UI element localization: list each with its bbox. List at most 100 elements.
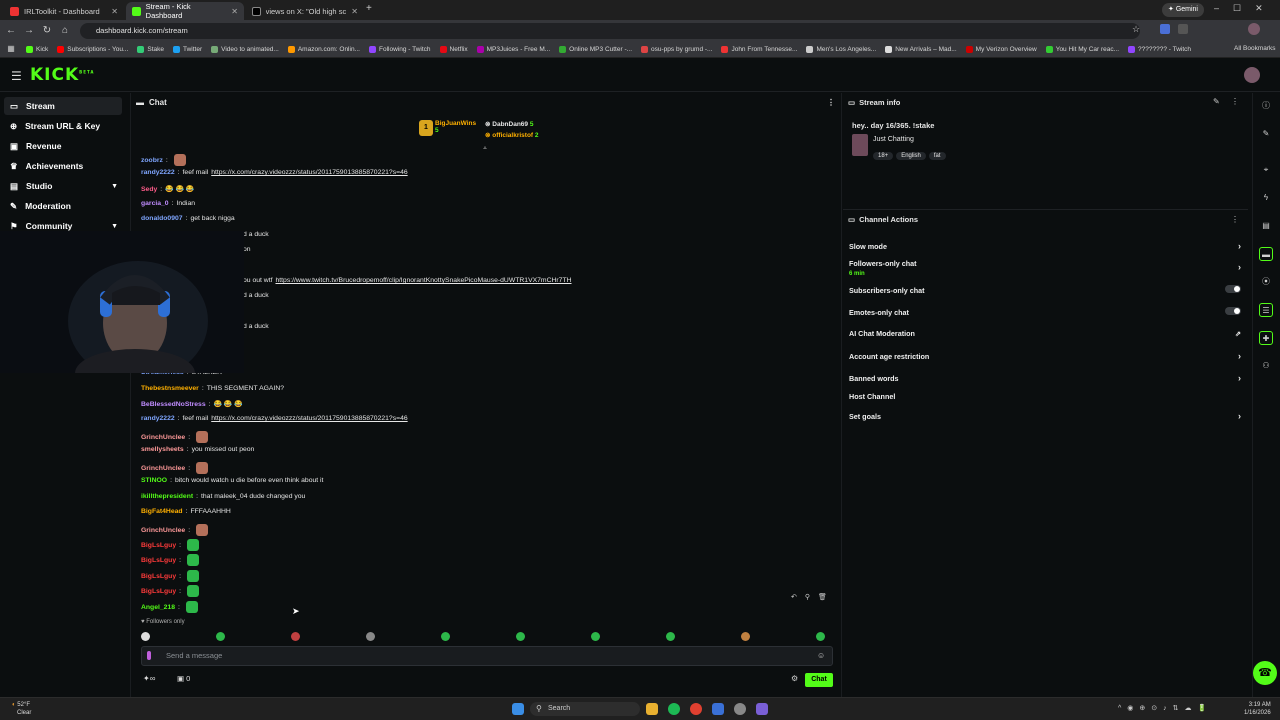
chat-message[interactable]: GrinchUnclee: xyxy=(141,524,209,536)
chat-username[interactable]: GrinchUnclee xyxy=(141,465,185,472)
action-emotes-only[interactable]: Emotes-only chat xyxy=(849,307,1241,317)
lightning-icon[interactable]: ϟ xyxy=(1259,191,1273,205)
leaderboard-entry[interactable]: BigJuanWins 5 xyxy=(435,120,476,134)
action-subscribers-only[interactable]: Subscribers-only chat xyxy=(849,285,1241,295)
crosshair-icon[interactable]: ⌖ xyxy=(1259,163,1273,177)
url-input[interactable]: dashboard.kick.com/stream xyxy=(80,23,1140,39)
sidebar-item-moderation[interactable]: ✎ Moderation xyxy=(4,197,122,215)
bookmark-item[interactable]: MP3Juices - Free M... xyxy=(476,45,550,53)
chat-message[interactable]: GrinchUnclee: xyxy=(141,462,209,474)
back-icon[interactable]: ← xyxy=(4,24,18,38)
reload-icon[interactable]: ↻ xyxy=(40,24,54,38)
category-thumbnail[interactable] xyxy=(852,134,868,156)
action-banned-words[interactable]: Banned words › xyxy=(849,373,1241,383)
chat-message[interactable]: d a duck xyxy=(243,231,269,238)
quick-emote-icon[interactable] xyxy=(216,632,225,641)
mic-icon[interactable] xyxy=(147,651,151,660)
system-tray[interactable]: ^◉⊕⊙♪⇅☁🔋 xyxy=(1118,704,1212,712)
more-options-icon[interactable]: ⋮ xyxy=(1231,97,1239,106)
chat-message[interactable]: randy2222: feef mail https://x.com/crazy.… xyxy=(141,169,408,176)
windows-start-icon[interactable] xyxy=(512,703,524,715)
spotify-icon[interactable] xyxy=(668,703,680,715)
toggle-switch[interactable] xyxy=(1225,307,1241,317)
tab-x-views[interactable]: views on X: "Old high school vi... ✕ xyxy=(246,2,364,20)
more-options-icon[interactable]: ⋮ xyxy=(1231,215,1239,224)
extensions-icon[interactable] xyxy=(1178,24,1188,34)
bookmark-item[interactable]: Twitter xyxy=(172,45,202,53)
sidebar-item-revenue[interactable]: ▣ Revenue xyxy=(4,137,122,155)
bookmark-item[interactable]: John From Tennesse... xyxy=(721,45,797,53)
expand-icon[interactable]: ⩡ xyxy=(483,145,487,153)
menu-icon[interactable]: ☰ xyxy=(11,69,22,83)
bookmark-item[interactable]: Video to animated... xyxy=(211,45,279,53)
quick-emote-icon[interactable] xyxy=(366,632,375,641)
broadcast-icon[interactable]: ⦿ xyxy=(1259,275,1273,289)
settings-gear-icon[interactable]: ⚙ xyxy=(791,674,798,683)
chat-message[interactable]: garcia_0: Indian xyxy=(141,200,195,207)
info-icon[interactable]: ⓘ xyxy=(1259,99,1273,113)
chat-username[interactable]: randy2222 xyxy=(141,169,175,176)
chat-message[interactable]: BigLsLguy: xyxy=(141,570,200,582)
quick-emote-icon[interactable] xyxy=(666,632,675,641)
chrome-icon[interactable] xyxy=(690,703,702,715)
discord-icon[interactable] xyxy=(756,703,768,715)
chat-link[interactable]: https://x.com/crazy.videozzz/status/2011… xyxy=(211,169,407,176)
sidebar-item-achievements[interactable]: ♛ Achievements xyxy=(4,157,122,175)
action-host-channel[interactable]: Host Channel xyxy=(849,392,1241,401)
chat-username[interactable]: donaldo0907 xyxy=(141,215,183,222)
wrench-icon[interactable]: ✚ xyxy=(1259,331,1273,345)
document-icon[interactable]: ▤ xyxy=(1259,219,1273,233)
sidebar-item-studio[interactable]: ▤ Studio ▼ xyxy=(4,177,122,195)
tab-kick-dashboard[interactable]: Stream - Kick Dashboard ✕ xyxy=(126,2,244,20)
chat-username[interactable]: garcia_0 xyxy=(141,200,169,207)
quick-emote-icon[interactable] xyxy=(591,632,600,641)
clock[interactable]: 3:19 AM 1/16/2026 xyxy=(1244,701,1271,717)
chat-input[interactable]: Send a message xyxy=(141,646,833,666)
category-name[interactable]: Just Chatting xyxy=(873,136,914,143)
chat-message[interactable]: ou out wtf https://www.twitch.tv/Brucedr… xyxy=(243,277,572,284)
chat-message[interactable]: on xyxy=(243,246,251,253)
action-set-goals[interactable]: Set goals › xyxy=(849,411,1241,421)
chat-message[interactable]: BigLsLguy: xyxy=(141,585,200,597)
list-icon[interactable]: ☰ xyxy=(1259,303,1273,317)
leaderboard-entry[interactable]: ⊗ DabnDan69 5 xyxy=(485,120,533,128)
toggle-switch[interactable] xyxy=(1225,285,1241,295)
action-slow-mode[interactable]: Slow mode › xyxy=(849,241,1241,251)
window-controls[interactable]: –☐✕ xyxy=(1214,3,1277,14)
bookmark-star-icon[interactable]: ☆ xyxy=(1132,24,1140,35)
bookmark-item[interactable]: You Hit My Car reac... xyxy=(1045,45,1119,53)
bookmark-item[interactable]: Amazon.com: Onlin... xyxy=(287,45,360,53)
chat-message[interactable]: GrinchUnclee: xyxy=(141,431,209,443)
quick-emote-icon[interactable] xyxy=(441,632,450,641)
chat-message[interactable]: Thebestnsmeever: THIS SEGMENT AGAIN? xyxy=(141,385,284,392)
bookmark-item[interactable]: osu-pps by grumd -... xyxy=(641,45,712,53)
bookmark-item[interactable]: Stake xyxy=(137,45,164,53)
all-bookmarks[interactable]: All Bookmarks xyxy=(1234,45,1276,52)
chat-username[interactable]: BigLsLguy xyxy=(141,542,176,549)
edit-pencil-icon[interactable]: ✎ xyxy=(1213,97,1220,106)
message-actions[interactable]: ↶⚲🗑 xyxy=(791,593,835,601)
chat-message[interactable]: BeBlessedNoStress: 😂 😂 😂 xyxy=(141,400,243,409)
chat-message[interactable]: BigLsLguy: xyxy=(141,554,200,566)
chat-message[interactable]: zoobrz: xyxy=(141,154,186,166)
quick-emote-icon[interactable] xyxy=(816,632,825,641)
emoji-icon[interactable]: ☺ xyxy=(817,651,825,660)
action-ai-moderation[interactable]: AI Chat Moderation ⇗ xyxy=(849,329,1241,338)
users-icon[interactable]: ⚇ xyxy=(1259,359,1273,373)
leaderboard-entry[interactable]: ⊗ officialkristof 2 xyxy=(485,131,539,139)
quick-emote-icon[interactable] xyxy=(141,632,150,641)
chat-message[interactable]: STINOO: bitch would watch u die before ev… xyxy=(141,477,323,484)
quick-emote-icon[interactable] xyxy=(291,632,300,641)
more-options-icon[interactable]: ⋮ xyxy=(827,98,835,107)
chat-username[interactable]: zoobrz xyxy=(141,157,163,164)
chat-username[interactable]: Sedy xyxy=(141,186,157,193)
close-icon[interactable]: ✕ xyxy=(111,7,118,16)
chat-username[interactable]: BigLsLguy xyxy=(141,557,176,564)
extension-icon[interactable] xyxy=(1160,24,1170,34)
bookmark-item[interactable]: My Verizon Overview xyxy=(965,45,1037,53)
edit-pencil-icon[interactable]: ✎ xyxy=(1259,127,1273,141)
chat-username[interactable]: GrinchUnclee xyxy=(141,527,185,534)
chat-message[interactable]: BigFat4Head: FFFAAAHHH xyxy=(141,508,231,515)
close-icon[interactable]: ✕ xyxy=(351,7,358,16)
tab-irltoolkit[interactable]: IRLToolkit - Dashboard ✕ xyxy=(4,2,124,20)
